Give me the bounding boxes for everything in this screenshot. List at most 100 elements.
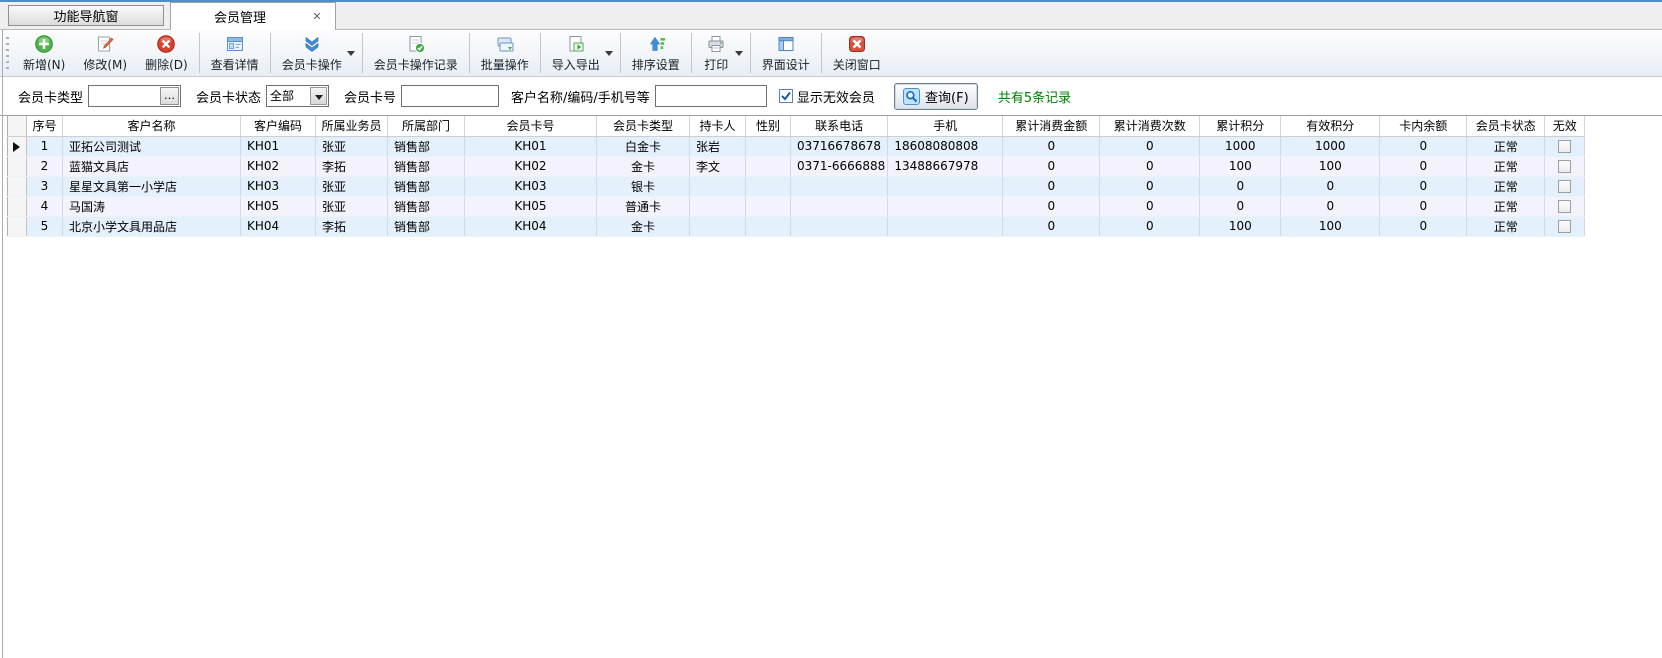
- grid-cell-invalid: [1545, 216, 1585, 236]
- sort-settings-button[interactable]: 排序设置: [623, 31, 689, 75]
- invalid-checkbox[interactable]: [1558, 160, 1571, 173]
- grid-cell: KH05: [241, 196, 316, 216]
- grid-cell: 0: [1380, 136, 1467, 156]
- invalid-checkbox[interactable]: [1558, 140, 1571, 153]
- grid-cell: 0371-6666888: [791, 156, 888, 176]
- table-row[interactable]: 5北京小学文具用品店KH04李拓销售部KH04金卡001001000正常: [8, 216, 1585, 236]
- chevron-down-icon[interactable]: [347, 51, 355, 56]
- column-header[interactable]: 所属部门: [388, 116, 465, 136]
- batch-ops-button[interactable]: 批量操作: [472, 31, 538, 75]
- column-header[interactable]: 客户名称: [63, 116, 241, 136]
- card-status-label: 会员卡状态: [196, 87, 261, 106]
- card-status-value: 全部: [267, 87, 309, 105]
- close-window-button[interactable]: 关闭窗口: [824, 31, 890, 75]
- column-header[interactable]: 手机: [888, 116, 1003, 136]
- grid-cell: 0: [1003, 176, 1100, 196]
- plus-circle-icon: [34, 34, 54, 54]
- toolbar-separator: [750, 33, 751, 73]
- row-indicator-cell: [8, 196, 27, 216]
- row-indicator-cell: [8, 136, 27, 156]
- column-header[interactable]: 会员卡状态: [1467, 116, 1545, 136]
- toolbar-grip-icon[interactable]: [6, 37, 9, 69]
- grid-cell: 1000: [1281, 136, 1380, 156]
- grid-cell: KH04: [241, 216, 316, 236]
- query-button[interactable]: 查询(F): [894, 83, 978, 110]
- grid-cell: 李文: [690, 156, 746, 176]
- grid-cell: 0: [1003, 196, 1100, 216]
- close-icon[interactable]: [311, 11, 323, 23]
- grid-cell: 0: [1003, 156, 1100, 176]
- grid-cell: 星星文具第一小学店: [63, 176, 241, 196]
- chevron-down-icon[interactable]: [735, 51, 743, 56]
- toolbar-button-label: 会员卡操作: [282, 56, 342, 73]
- new-button[interactable]: 新增(N): [14, 31, 74, 75]
- card-no-input[interactable]: [401, 85, 499, 107]
- customer-search-input[interactable]: [655, 85, 767, 107]
- ui-design-button[interactable]: 界面设计: [753, 31, 819, 75]
- delete-button[interactable]: 删除(D): [136, 31, 197, 75]
- toolbar-separator: [199, 33, 200, 73]
- column-header[interactable]: 卡内余额: [1380, 116, 1467, 136]
- chevron-down-icon[interactable]: [605, 51, 613, 56]
- grid-cell: [690, 196, 746, 216]
- grid-cell: 正常: [1467, 196, 1545, 216]
- grid-cell: 0: [1281, 196, 1380, 216]
- table-row[interactable]: 3星星文具第一小学店KH03张亚销售部KH03银卡00000正常: [8, 176, 1585, 196]
- tab-member-management[interactable]: 会员管理: [170, 2, 336, 30]
- grid-cell: 18608080808: [888, 136, 1003, 156]
- invalid-checkbox[interactable]: [1558, 220, 1571, 233]
- card-type-browse-button[interactable]: …: [160, 87, 179, 105]
- grid-cell: 1: [27, 136, 63, 156]
- show-invalid-label: 显示无效会员: [797, 87, 875, 106]
- column-header[interactable]: 有效积分: [1281, 116, 1380, 136]
- card-status-select[interactable]: 全部: [266, 85, 329, 107]
- import-export-button[interactable]: 导入导出: [543, 31, 618, 75]
- grid-cell: [888, 216, 1003, 236]
- edit-button[interactable]: 修改(M): [74, 31, 136, 75]
- column-header[interactable]: 累计消费金额: [1003, 116, 1100, 136]
- grid-cell: 0: [1100, 176, 1200, 196]
- grid-cell: KH05: [465, 196, 597, 216]
- grid-cell-invalid: [1545, 196, 1585, 216]
- column-header[interactable]: 客户编码: [241, 116, 316, 136]
- grid-cell: 销售部: [388, 216, 465, 236]
- table-row[interactable]: 4马国涛KH05张亚销售部KH05普通卡00000正常: [8, 196, 1585, 216]
- grid-cell: 0: [1003, 216, 1100, 236]
- grid-cell: 李拓: [316, 216, 388, 236]
- column-header[interactable]: 无效: [1545, 116, 1585, 136]
- grid-cell: 100: [1281, 156, 1380, 176]
- toolbar-separator: [540, 33, 541, 73]
- toolbar-separator: [620, 33, 621, 73]
- column-header[interactable]: 序号: [27, 116, 63, 136]
- column-header[interactable]: 持卡人: [690, 116, 746, 136]
- column-header[interactable]: 累计积分: [1200, 116, 1281, 136]
- tab-nav-window[interactable]: 功能导航窗: [8, 5, 164, 26]
- column-header[interactable]: 会员卡号: [465, 116, 597, 136]
- column-header[interactable]: 累计消费次数: [1100, 116, 1200, 136]
- column-header[interactable]: 性别: [746, 116, 791, 136]
- table-row[interactable]: 1亚拓公司测试KH01张亚销售部KH01白金卡张岩037166786781860…: [8, 136, 1585, 156]
- grid-cell-invalid: [1545, 136, 1585, 156]
- invalid-checkbox[interactable]: [1558, 180, 1571, 193]
- grid-cell: 4: [27, 196, 63, 216]
- column-header[interactable]: 联系电话: [791, 116, 888, 136]
- card-type-input[interactable]: [89, 87, 159, 105]
- view-details-button[interactable]: 查看详情: [202, 31, 268, 75]
- member-card-op-records-button[interactable]: 会员卡操作记录: [365, 31, 467, 75]
- column-header[interactable]: 所属业务员: [316, 116, 388, 136]
- member-card-ops-button[interactable]: 会员卡操作: [273, 31, 360, 75]
- show-invalid-checkbox[interactable]: [779, 89, 793, 103]
- edit-pencil-icon: [95, 34, 115, 54]
- invalid-checkbox[interactable]: [1558, 200, 1571, 213]
- customer-search-label: 客户名称/编码/手机号等: [511, 87, 650, 106]
- column-header[interactable]: 会员卡类型: [597, 116, 690, 136]
- toolbar-separator: [821, 33, 822, 73]
- chevron-down-icon[interactable]: [310, 87, 327, 105]
- table-row[interactable]: 2蓝猫文具店KH02李拓销售部KH02金卡李文0371-666688813488…: [8, 156, 1585, 176]
- grid-cell: [791, 196, 888, 216]
- toolbar-button-label: 会员卡操作记录: [374, 56, 458, 73]
- grid-cell: KH01: [465, 136, 597, 156]
- grid-cell: 销售部: [388, 176, 465, 196]
- print-button[interactable]: 打印: [694, 31, 748, 75]
- check-icon: [780, 90, 792, 102]
